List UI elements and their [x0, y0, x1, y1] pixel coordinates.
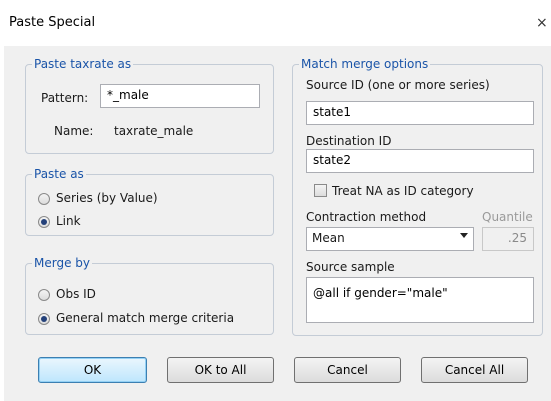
- link-radio[interactable]: [38, 216, 50, 228]
- match-merge-legend: Match merge options: [301, 57, 429, 71]
- cancel-all-button[interactable]: Cancel All: [421, 357, 528, 383]
- source-id-input[interactable]: state1: [306, 101, 534, 125]
- series-by-value-label[interactable]: Series (by Value): [56, 191, 158, 205]
- treat-na-checkbox[interactable]: [314, 184, 327, 197]
- obs-id-radio[interactable]: [38, 289, 50, 301]
- source-id-label: Source ID (one or more series): [306, 78, 490, 92]
- ok-button[interactable]: OK: [38, 357, 147, 383]
- close-icon[interactable]: ×: [536, 15, 548, 31]
- treat-na-label[interactable]: Treat NA as ID category: [332, 184, 474, 198]
- destination-id-input[interactable]: state2: [306, 149, 534, 173]
- name-value: taxrate_male: [114, 124, 194, 138]
- ok-to-all-button[interactable]: OK to All: [167, 357, 274, 383]
- obs-id-label[interactable]: Obs ID: [56, 287, 96, 301]
- window-title: Paste Special: [9, 15, 96, 30]
- paste-as-legend: Paste as: [34, 167, 84, 181]
- series-by-value-radio[interactable]: [38, 193, 50, 205]
- dialog-body: Paste taxrate as Pattern: *_male Name: t…: [4, 46, 551, 401]
- quantile-input[interactable]: .25: [482, 227, 534, 251]
- pattern-input[interactable]: *_male: [100, 84, 260, 108]
- link-label[interactable]: Link: [56, 214, 81, 228]
- contraction-method-label: Contraction method: [306, 210, 427, 224]
- chevron-down-icon[interactable]: [460, 233, 468, 238]
- title-bar: Paste Special ×: [0, 0, 551, 46]
- name-label: Name:: [54, 124, 94, 138]
- source-sample-label: Source sample: [306, 260, 395, 274]
- cancel-button[interactable]: Cancel: [294, 357, 401, 383]
- paste-taxrate-legend: Paste taxrate as: [34, 57, 132, 71]
- quantile-label: Quantile: [482, 210, 533, 224]
- merge-by-legend: Merge by: [34, 256, 90, 270]
- source-sample-input[interactable]: @all if gender="male": [306, 277, 534, 323]
- general-match-merge-radio[interactable]: [38, 313, 50, 325]
- contraction-method-select[interactable]: Mean: [306, 227, 474, 251]
- general-match-merge-label[interactable]: General match merge criteria: [56, 311, 234, 325]
- destination-id-label: Destination ID: [306, 134, 392, 148]
- pattern-label: Pattern:: [41, 91, 89, 105]
- contraction-method-value: Mean: [312, 231, 345, 245]
